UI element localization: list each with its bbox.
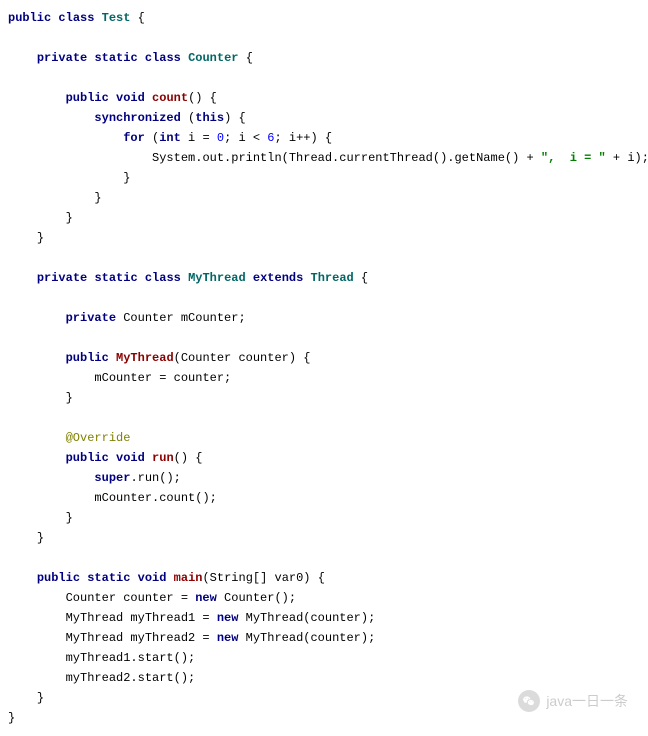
code-text: Counter();: [217, 591, 296, 605]
keyword: public: [66, 351, 109, 365]
code-text: MyThread myThread1 =: [66, 611, 217, 625]
keyword: public: [66, 91, 109, 105]
code-text: () {: [174, 451, 203, 465]
class-name: Test: [102, 11, 131, 25]
keyword: public: [37, 571, 80, 585]
keyword: static: [87, 571, 130, 585]
class-name: Counter: [188, 51, 238, 65]
keyword: private: [66, 311, 116, 325]
code-text: i =: [181, 131, 217, 145]
keyword: this: [195, 111, 224, 125]
code-text: ) {: [224, 111, 246, 125]
keyword: private: [37, 51, 87, 65]
keyword: int: [159, 131, 181, 145]
code-text: Counter counter =: [66, 591, 196, 605]
keyword: new: [217, 611, 239, 625]
code-text: (: [145, 131, 159, 145]
code-text: }: [66, 391, 73, 405]
code-text: (String[] var0) {: [202, 571, 324, 585]
code-text: }: [37, 231, 44, 245]
keyword: new: [217, 631, 239, 645]
code-text: System.out.println(Thread.currentThread(…: [152, 151, 541, 165]
code-text: ; i++) {: [274, 131, 332, 145]
code-text: MyThread(counter);: [238, 631, 375, 645]
code-text: .run();: [130, 471, 180, 485]
code-text: myThread2.start();: [66, 671, 196, 685]
code-text: mCounter.count();: [94, 491, 216, 505]
keyword: extends: [253, 271, 303, 285]
method-name: main: [174, 571, 203, 585]
keyword: void: [116, 91, 145, 105]
keyword: class: [58, 11, 94, 25]
code-text: + i);: [606, 151, 648, 165]
method-name: run: [152, 451, 174, 465]
code-text: Counter mCounter;: [116, 311, 246, 325]
code-text: () {: [188, 91, 217, 105]
watermark: java一日一条: [518, 690, 628, 712]
keyword: public: [8, 11, 51, 25]
keyword: new: [195, 591, 217, 605]
code-text: ; i <: [224, 131, 267, 145]
keyword: class: [145, 271, 181, 285]
keyword: static: [94, 271, 137, 285]
code-text: mCounter = counter;: [94, 371, 231, 385]
class-name: MyThread: [188, 271, 246, 285]
code-text: MyThread(counter);: [238, 611, 375, 625]
keyword: static: [94, 51, 137, 65]
java-code-block: public class Test { private static class…: [8, 8, 640, 728]
string: ", i = ": [541, 151, 606, 165]
code-text: {: [239, 51, 253, 65]
keyword: super: [94, 471, 130, 485]
wechat-icon: [518, 690, 540, 712]
code-text: }: [37, 531, 44, 545]
code-text: }: [66, 511, 73, 525]
keyword: void: [116, 451, 145, 465]
method-name: MyThread: [116, 351, 174, 365]
code-text: (: [181, 111, 195, 125]
keyword: public: [66, 451, 109, 465]
keyword: synchronized: [94, 111, 180, 125]
class-name: Thread: [311, 271, 354, 285]
keyword: class: [145, 51, 181, 65]
watermark-text: java一日一条: [546, 691, 628, 711]
code-text: myThread1.start();: [66, 651, 196, 665]
code-text: {: [354, 271, 368, 285]
code-text: }: [94, 191, 101, 205]
code-text: }: [123, 171, 130, 185]
code-text: {: [130, 11, 144, 25]
code-text: }: [37, 691, 44, 705]
code-text: MyThread myThread2 =: [66, 631, 217, 645]
code-text: }: [66, 211, 73, 225]
keyword: for: [123, 131, 145, 145]
keyword: private: [37, 271, 87, 285]
code-text: (Counter counter) {: [174, 351, 311, 365]
method-name: count: [152, 91, 188, 105]
number: 0: [217, 131, 224, 145]
annotation: @Override: [66, 431, 131, 445]
keyword: void: [138, 571, 167, 585]
